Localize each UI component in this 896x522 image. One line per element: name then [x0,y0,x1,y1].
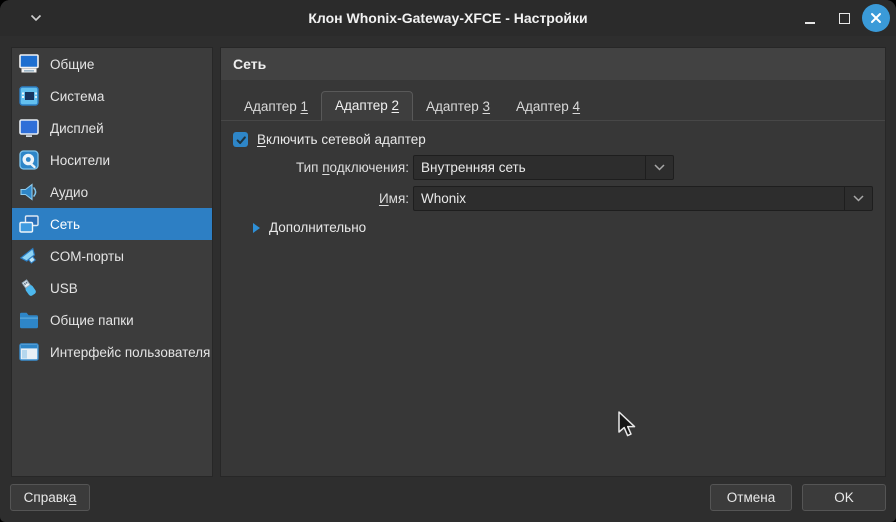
network-name-combobox[interactable]: Whonix [413,186,873,211]
shared-folders-icon [16,307,42,333]
enable-adapter-checkbox[interactable] [233,132,248,147]
attachment-type-label: Тип подключения: [221,155,409,180]
advanced-label: Дополнительно [269,220,366,235]
sidebar-item-label: Общие [50,57,94,72]
sidebar-item-storage[interactable]: Носители [12,144,212,176]
help-button[interactable]: Справка [10,484,90,511]
sidebar-item-label: Аудио [50,185,88,200]
system-icon [16,83,42,109]
expander-arrow-icon [253,223,260,233]
sidebar-item-label: Сеть [50,217,80,232]
sidebar-item-serial-ports[interactable]: COM-порты [12,240,212,272]
maximize-button[interactable] [832,6,856,30]
window-title: Клон Whonix-Gateway-XFCE - Настройки [0,0,896,36]
network-icon [16,211,42,237]
sidebar-item-audio[interactable]: Аудио [12,176,212,208]
usb-icon [16,275,42,301]
chevron-down-icon[interactable] [645,156,673,179]
attachment-type-value: Внутренняя сеть [414,160,645,175]
tab-adapter-4[interactable]: Адаптер 4 [503,94,593,120]
tab-label: Адаптер [426,99,483,114]
general-icon [16,51,42,77]
advanced-expander[interactable]: Дополнительно [253,220,366,235]
adapter-tabbar: Адаптер 1 Адаптер 2 Адаптер 3 Адаптер 4 [221,91,885,121]
settings-dialog: Клон Whonix-Gateway-XFCE - Настройки Общ… [0,0,896,522]
tab-label-mnemonic: 2 [392,98,400,113]
sidebar-item-label: Дисплей [50,121,104,136]
tab-label-mnemonic: 4 [573,99,581,114]
tab-label: Адаптер [516,99,573,114]
sidebar-item-usb[interactable]: USB [12,272,212,304]
enable-adapter-row: Включить сетевой адаптер [233,132,426,147]
network-settings-panel: Сеть Адаптер 1 Адаптер 2 Адаптер 3 Адапт… [220,47,886,477]
minimize-icon [805,22,815,24]
tab-adapter-1[interactable]: Адаптер 1 [231,94,321,120]
sidebar-item-label: Интерфейс пользователя [50,345,210,360]
sidebar-item-display[interactable]: Дисплей [12,112,212,144]
maximize-icon [839,13,850,24]
sidebar-item-label: Общие папки [50,313,134,328]
page-title: Сеть [221,48,885,80]
sidebar-item-shared-folders[interactable]: Общие папки [12,304,212,336]
tab-adapter-2[interactable]: Адаптер 2 [321,91,413,121]
sidebar-item-label: Система [50,89,104,104]
sidebar-item-label: COM-порты [50,249,124,264]
ok-button[interactable]: OK [802,484,886,511]
storage-icon [16,147,42,173]
enable-adapter-label: Включить сетевой адаптер [257,132,426,147]
sidebar-item-general[interactable]: Общие [12,48,212,80]
user-interface-icon [16,339,42,365]
settings-category-list: Общие Система Дисплей Носители Аудио [11,47,213,477]
attachment-type-select[interactable]: Внутренняя сеть [413,155,674,180]
sidebar-item-label: USB [50,281,78,296]
close-button[interactable] [862,4,890,32]
tab-label: Адаптер [244,99,301,114]
display-icon [16,115,42,141]
cancel-button[interactable]: Отмена [710,484,792,511]
sidebar-item-system[interactable]: Система [12,80,212,112]
sidebar-item-label: Носители [50,153,110,168]
audio-icon [16,179,42,205]
network-name-label: Имя: [221,186,409,211]
network-name-value: Whonix [414,191,844,206]
close-icon [870,12,882,24]
tab-adapter-3[interactable]: Адаптер 3 [413,94,503,120]
minimize-button[interactable] [798,6,822,30]
chevron-down-icon[interactable] [844,187,872,210]
titlebar: Клон Whonix-Gateway-XFCE - Настройки [0,0,896,36]
serial-ports-icon [16,243,42,269]
tab-label-mnemonic: 1 [301,99,309,114]
checkmark-icon [235,134,247,146]
sidebar-item-network[interactable]: Сеть [12,208,212,240]
tab-label: Адаптер [335,98,392,113]
tab-label-mnemonic: 3 [483,99,491,114]
sidebar-item-user-interface[interactable]: Интерфейс пользователя [12,336,212,368]
